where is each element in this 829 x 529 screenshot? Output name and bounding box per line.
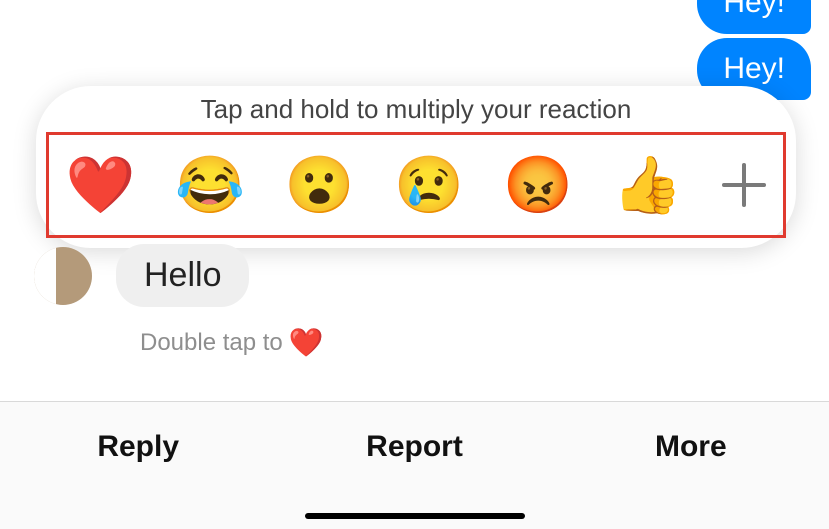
incoming-message-1[interactable]: Hello <box>116 244 249 307</box>
reaction-cry-icon[interactable]: 😢 <box>394 157 464 213</box>
more-button[interactable]: More <box>553 430 829 464</box>
reaction-angry-icon[interactable]: 😡 <box>503 157 573 213</box>
home-indicator <box>305 513 525 519</box>
reaction-popup: Tap and hold to multiply your reaction ❤… <box>36 86 796 248</box>
double-tap-hint-text: Double tap to <box>140 329 283 357</box>
outgoing-message-1[interactable]: Hey! <box>697 0 811 34</box>
reaction-laugh-icon[interactable]: 😂 <box>175 157 245 213</box>
heart-icon: ❤️ <box>289 326 324 359</box>
incoming-message-1-text: Hello <box>144 256 221 294</box>
incoming-message-row: Hello <box>34 244 249 307</box>
avatar[interactable] <box>34 247 92 305</box>
reaction-wow-icon[interactable]: 😮 <box>285 157 355 213</box>
action-bar: Reply Report More <box>0 401 829 529</box>
reaction-add-icon[interactable] <box>722 163 766 207</box>
reaction-heart-icon[interactable]: ❤️ <box>66 157 136 213</box>
outgoing-message-2-text: Hey! <box>723 52 785 85</box>
double-tap-hint: Double tap to ❤️ <box>140 326 324 359</box>
outgoing-message-1-text: Hey! <box>723 0 785 19</box>
avatar-mask <box>34 247 56 305</box>
reaction-like-icon[interactable]: 👍 <box>613 157 683 213</box>
reaction-hint: Tap and hold to multiply your reaction <box>36 86 796 125</box>
reaction-row: ❤️ 😂 😮 😢 😡 👍 <box>46 132 786 238</box>
report-button[interactable]: Report <box>276 430 552 464</box>
reply-button[interactable]: Reply <box>0 430 276 464</box>
